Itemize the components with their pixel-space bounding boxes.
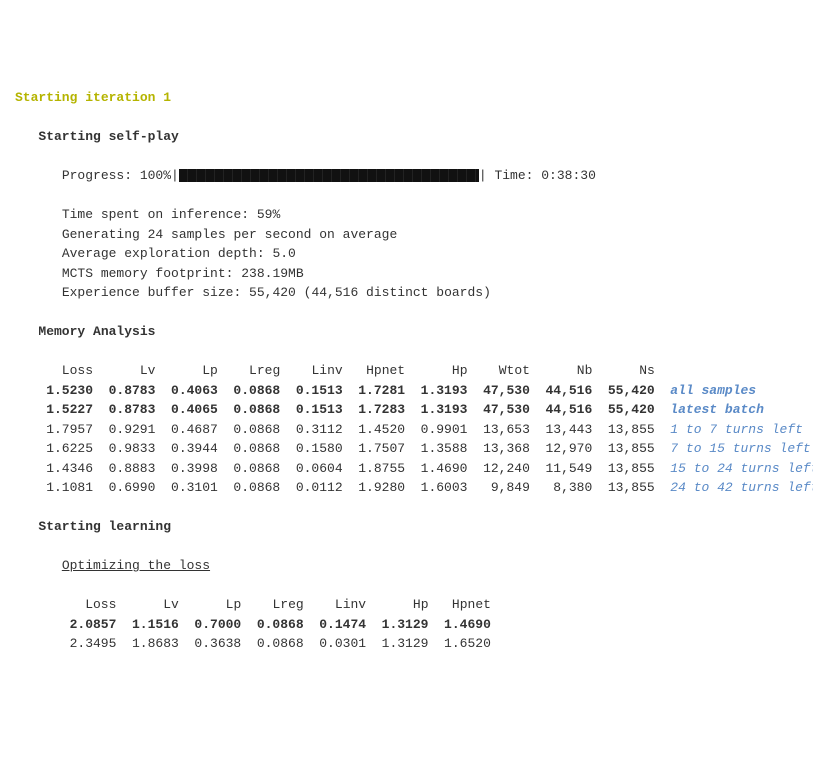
memory-title: Memory Analysis	[38, 324, 155, 339]
col-header: Linv	[311, 597, 366, 612]
table-row: 1.5230 0.8783 0.4063 0.0868 0.1513 1.728…	[38, 381, 798, 401]
row-comment: latest batch	[670, 402, 764, 417]
stat-line: Generating 24 samples per second on aver…	[62, 227, 397, 242]
progress-bar	[179, 169, 479, 182]
table-row: 1.4346 0.8883 0.3998 0.0868 0.0604 1.875…	[38, 459, 798, 479]
col-header: Nb	[538, 363, 593, 378]
stat-line: Experience buffer size: 55,420 (44,516 d…	[62, 285, 491, 300]
table-row: 2.0857 1.1516 0.7000 0.0868 0.1474 1.312…	[62, 615, 798, 635]
learning-title: Starting learning	[38, 519, 171, 534]
selfplay-title: Starting self-play	[38, 129, 178, 144]
col-header: Lv	[124, 597, 179, 612]
table-row: 1.5227 0.8783 0.4065 0.0868 0.1513 1.728…	[38, 400, 798, 420]
stat-line: MCTS memory footprint: 238.19MB	[62, 266, 304, 281]
col-header: Wtot	[475, 363, 530, 378]
col-header: Hpnet	[436, 597, 491, 612]
col-header: Lreg	[249, 597, 304, 612]
progress-label: Progress: 100%	[62, 168, 171, 183]
learning-table: Loss Lv Lp Lreg Linv Hp Hpnet 2.0857 1.1…	[15, 595, 798, 654]
table-row: 1.7957 0.9291 0.4687 0.0868 0.3112 1.452…	[38, 420, 798, 440]
memory-table: Loss Lv Lp Lreg Linv Hpnet Hp Wtot Nb Ns…	[15, 361, 798, 498]
col-header: Ns	[600, 363, 655, 378]
table-row: 1.6225 0.9833 0.3944 0.0868 0.1580 1.750…	[38, 439, 798, 459]
col-header: Lp	[163, 363, 218, 378]
col-header: Lv	[101, 363, 156, 378]
col-header: Hp	[413, 363, 468, 378]
col-header: Hp	[374, 597, 429, 612]
col-header: Hpnet	[351, 363, 406, 378]
row-comment: 15 to 24 turns left	[670, 461, 813, 476]
row-comment: all samples	[670, 383, 756, 398]
progress-time: Time: 0:38:30	[494, 168, 595, 183]
learning-subtitle: Optimizing the loss	[62, 558, 210, 573]
table-row: 2.3495 1.8683 0.3638 0.0868 0.0301 1.312…	[62, 634, 798, 654]
table-row: 1.1081 0.6990 0.3101 0.0868 0.0112 1.928…	[38, 478, 798, 498]
row-comment: 1 to 7 turns left	[670, 422, 803, 437]
col-header: Lp	[187, 597, 242, 612]
row-comment: 7 to 15 turns left	[670, 441, 810, 456]
stat-line: Average exploration depth: 5.0	[62, 246, 296, 261]
iteration-header: Starting iteration 1	[15, 90, 171, 105]
col-header: Linv	[288, 363, 343, 378]
stat-line: Time spent on inference: 59%	[62, 207, 280, 222]
col-header: Lreg	[226, 363, 281, 378]
row-comment: 24 to 42 turns left	[670, 480, 813, 495]
col-header: Loss	[38, 363, 93, 378]
col-header: Loss	[62, 597, 117, 612]
